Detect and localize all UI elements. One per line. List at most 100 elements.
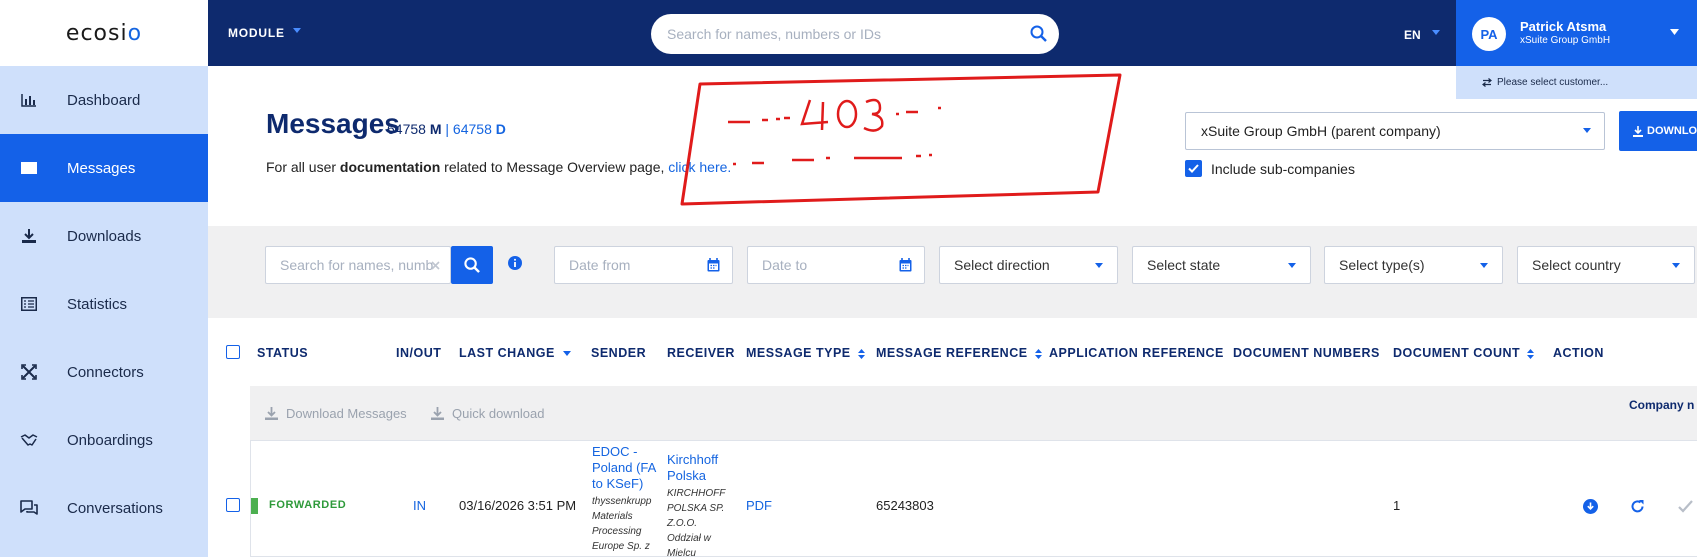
customer-select-prompt[interactable]: Please select customer...: [1456, 66, 1697, 99]
download-icon: [431, 407, 444, 420]
page-title: Messages: [266, 108, 400, 139]
direction-value: IN: [413, 498, 426, 513]
sidebar-item-connectors[interactable]: Connectors: [0, 338, 208, 406]
language-selector[interactable]: EN: [1404, 28, 1421, 42]
sort-icon: [1034, 348, 1042, 359]
download-messages-button[interactable]: Download Messages: [265, 406, 407, 421]
sidebar-item-dashboard[interactable]: Dashboard: [0, 66, 208, 134]
clear-icon[interactable]: [431, 261, 440, 270]
sidebar-item-label: Connectors: [67, 363, 144, 381]
include-sub-companies-checkbox[interactable]: [1185, 160, 1202, 177]
chat-icon: [18, 500, 40, 516]
column-last-change-label: LAST CHANGE: [459, 346, 555, 360]
chevron-down-icon[interactable]: [1670, 29, 1679, 35]
quick-download-button[interactable]: Quick download: [431, 406, 545, 421]
sort-desc-icon: [562, 351, 571, 357]
column-receiver[interactable]: RECEIVER: [667, 346, 735, 360]
search-icon[interactable]: [1030, 25, 1047, 42]
chevron-down-icon[interactable]: [1583, 128, 1591, 133]
direction-select[interactable]: Select direction: [939, 246, 1118, 284]
filter-search-input[interactable]: Search for names, numb: [265, 246, 451, 284]
column-message-type[interactable]: MESSAGE TYPE: [746, 346, 865, 360]
connectors-icon: [18, 364, 40, 380]
document-count-d-unit: D: [495, 121, 506, 137]
message-count: 64758 M | 64758 D: [387, 121, 506, 137]
date-to-input[interactable]: Date to: [747, 246, 925, 284]
sidebar-item-label: Statistics: [67, 295, 128, 313]
calendar-icon[interactable]: [899, 258, 912, 272]
column-last-change[interactable]: LAST CHANGE: [459, 346, 571, 360]
download-icon: [18, 228, 40, 244]
filter-search-button[interactable]: [451, 246, 493, 284]
handshake-icon: [18, 433, 40, 447]
include-sub-companies-label: Include sub-companies: [1211, 161, 1355, 177]
company-column-hint: Company n: [1629, 398, 1695, 412]
message-count-m-unit: M: [429, 121, 442, 137]
message-reference-value: 65243803: [876, 498, 934, 513]
chevron-down-icon: [1095, 263, 1103, 268]
envelope-icon: [18, 162, 40, 174]
document-count-d: 64758: [452, 121, 492, 137]
column-sender[interactable]: SENDER: [591, 346, 646, 360]
sidebar-item-label: Downloads: [67, 227, 142, 245]
column-status[interactable]: STATUS: [257, 346, 308, 360]
sidebar-item-onboardings[interactable]: Onboardings: [0, 406, 208, 474]
quick-download-label: Quick download: [452, 406, 545, 421]
count-separator: |: [445, 121, 450, 137]
date-from-placeholder: Date from: [569, 257, 631, 273]
sidebar-item-label: Messages: [67, 159, 136, 177]
download-icon: [265, 407, 278, 420]
refresh-icon[interactable]: [1630, 499, 1645, 514]
receiver-link[interactable]: Kirchhoff Polska: [667, 452, 718, 484]
sidebar-item-downloads[interactable]: Downloads: [0, 202, 208, 270]
sidebar-item-conversations[interactable]: Conversations: [0, 474, 208, 542]
date-to-placeholder: Date to: [762, 257, 808, 273]
column-document-numbers[interactable]: DOCUMENT NUMBERS: [1233, 346, 1380, 360]
chevron-down-icon: [1288, 263, 1296, 268]
column-in-out[interactable]: IN/OUT: [396, 346, 441, 360]
sender-company: thyssenkrupp Materials Processing Europe…: [592, 496, 652, 552]
company-select[interactable]: xSuite Group GmbH (parent company): [1185, 112, 1605, 150]
message-count-m: 64758: [387, 121, 426, 137]
row-checkbox[interactable]: [226, 498, 240, 512]
state-select-label: Select state: [1147, 257, 1221, 273]
country-select-label: Select country: [1532, 257, 1621, 273]
calendar-icon[interactable]: [707, 258, 720, 272]
last-change-value: 03/16/2026 3:51 PM: [459, 498, 577, 513]
column-application-reference[interactable]: APPLICATION REFERENCE: [1049, 346, 1224, 360]
bar-chart-icon: [18, 93, 40, 107]
chevron-down-icon: [1672, 263, 1680, 268]
message-type-link[interactable]: PDF: [746, 498, 772, 513]
chevron-down-icon: [1480, 263, 1488, 268]
download-button[interactable]: DOWNLO: [1619, 111, 1697, 151]
sidebar-item-messages[interactable]: Messages: [0, 134, 208, 202]
sender-link[interactable]: EDOC - Poland (FA to KSeF): [592, 444, 656, 492]
download-messages-label: Download Messages: [286, 406, 407, 421]
chevron-down-icon[interactable]: [1432, 30, 1440, 35]
sort-icon: [1527, 348, 1535, 359]
filter-search-placeholder: Search for names, numb: [280, 257, 434, 273]
checkmark-icon[interactable]: [1678, 500, 1693, 513]
column-document-count[interactable]: DOCUMENT COUNT: [1393, 346, 1535, 360]
global-search-input[interactable]: [667, 14, 1017, 54]
state-select[interactable]: Select state: [1132, 246, 1311, 284]
chevron-down-icon[interactable]: [293, 28, 301, 33]
column-message-reference[interactable]: MESSAGE REFERENCE: [876, 346, 1042, 360]
country-select[interactable]: Select country: [1517, 246, 1695, 284]
type-select[interactable]: Select type(s): [1324, 246, 1503, 284]
column-document-count-label: DOCUMENT COUNT: [1393, 346, 1521, 360]
download-circle-icon[interactable]: [1583, 499, 1598, 514]
sidebar-item-label: Dashboard: [67, 91, 141, 109]
status-indicator: [251, 498, 258, 514]
user-company: xSuite Group GmbH: [1520, 35, 1611, 46]
customer-prompt-label: Please select customer...: [1497, 77, 1609, 88]
download-button-label: DOWNLO: [1647, 125, 1697, 137]
info-icon[interactable]: [508, 256, 522, 270]
ecosio-logo[interactable]: ecosio: [0, 0, 208, 66]
module-menu[interactable]: MODULE: [228, 26, 285, 40]
avatar[interactable]: PA: [1472, 17, 1506, 51]
sidebar-item-statistics[interactable]: Statistics: [0, 270, 208, 338]
column-message-reference-label: MESSAGE REFERENCE: [876, 346, 1028, 360]
date-from-input[interactable]: Date from: [554, 246, 733, 284]
select-all-checkbox[interactable]: [226, 345, 240, 359]
